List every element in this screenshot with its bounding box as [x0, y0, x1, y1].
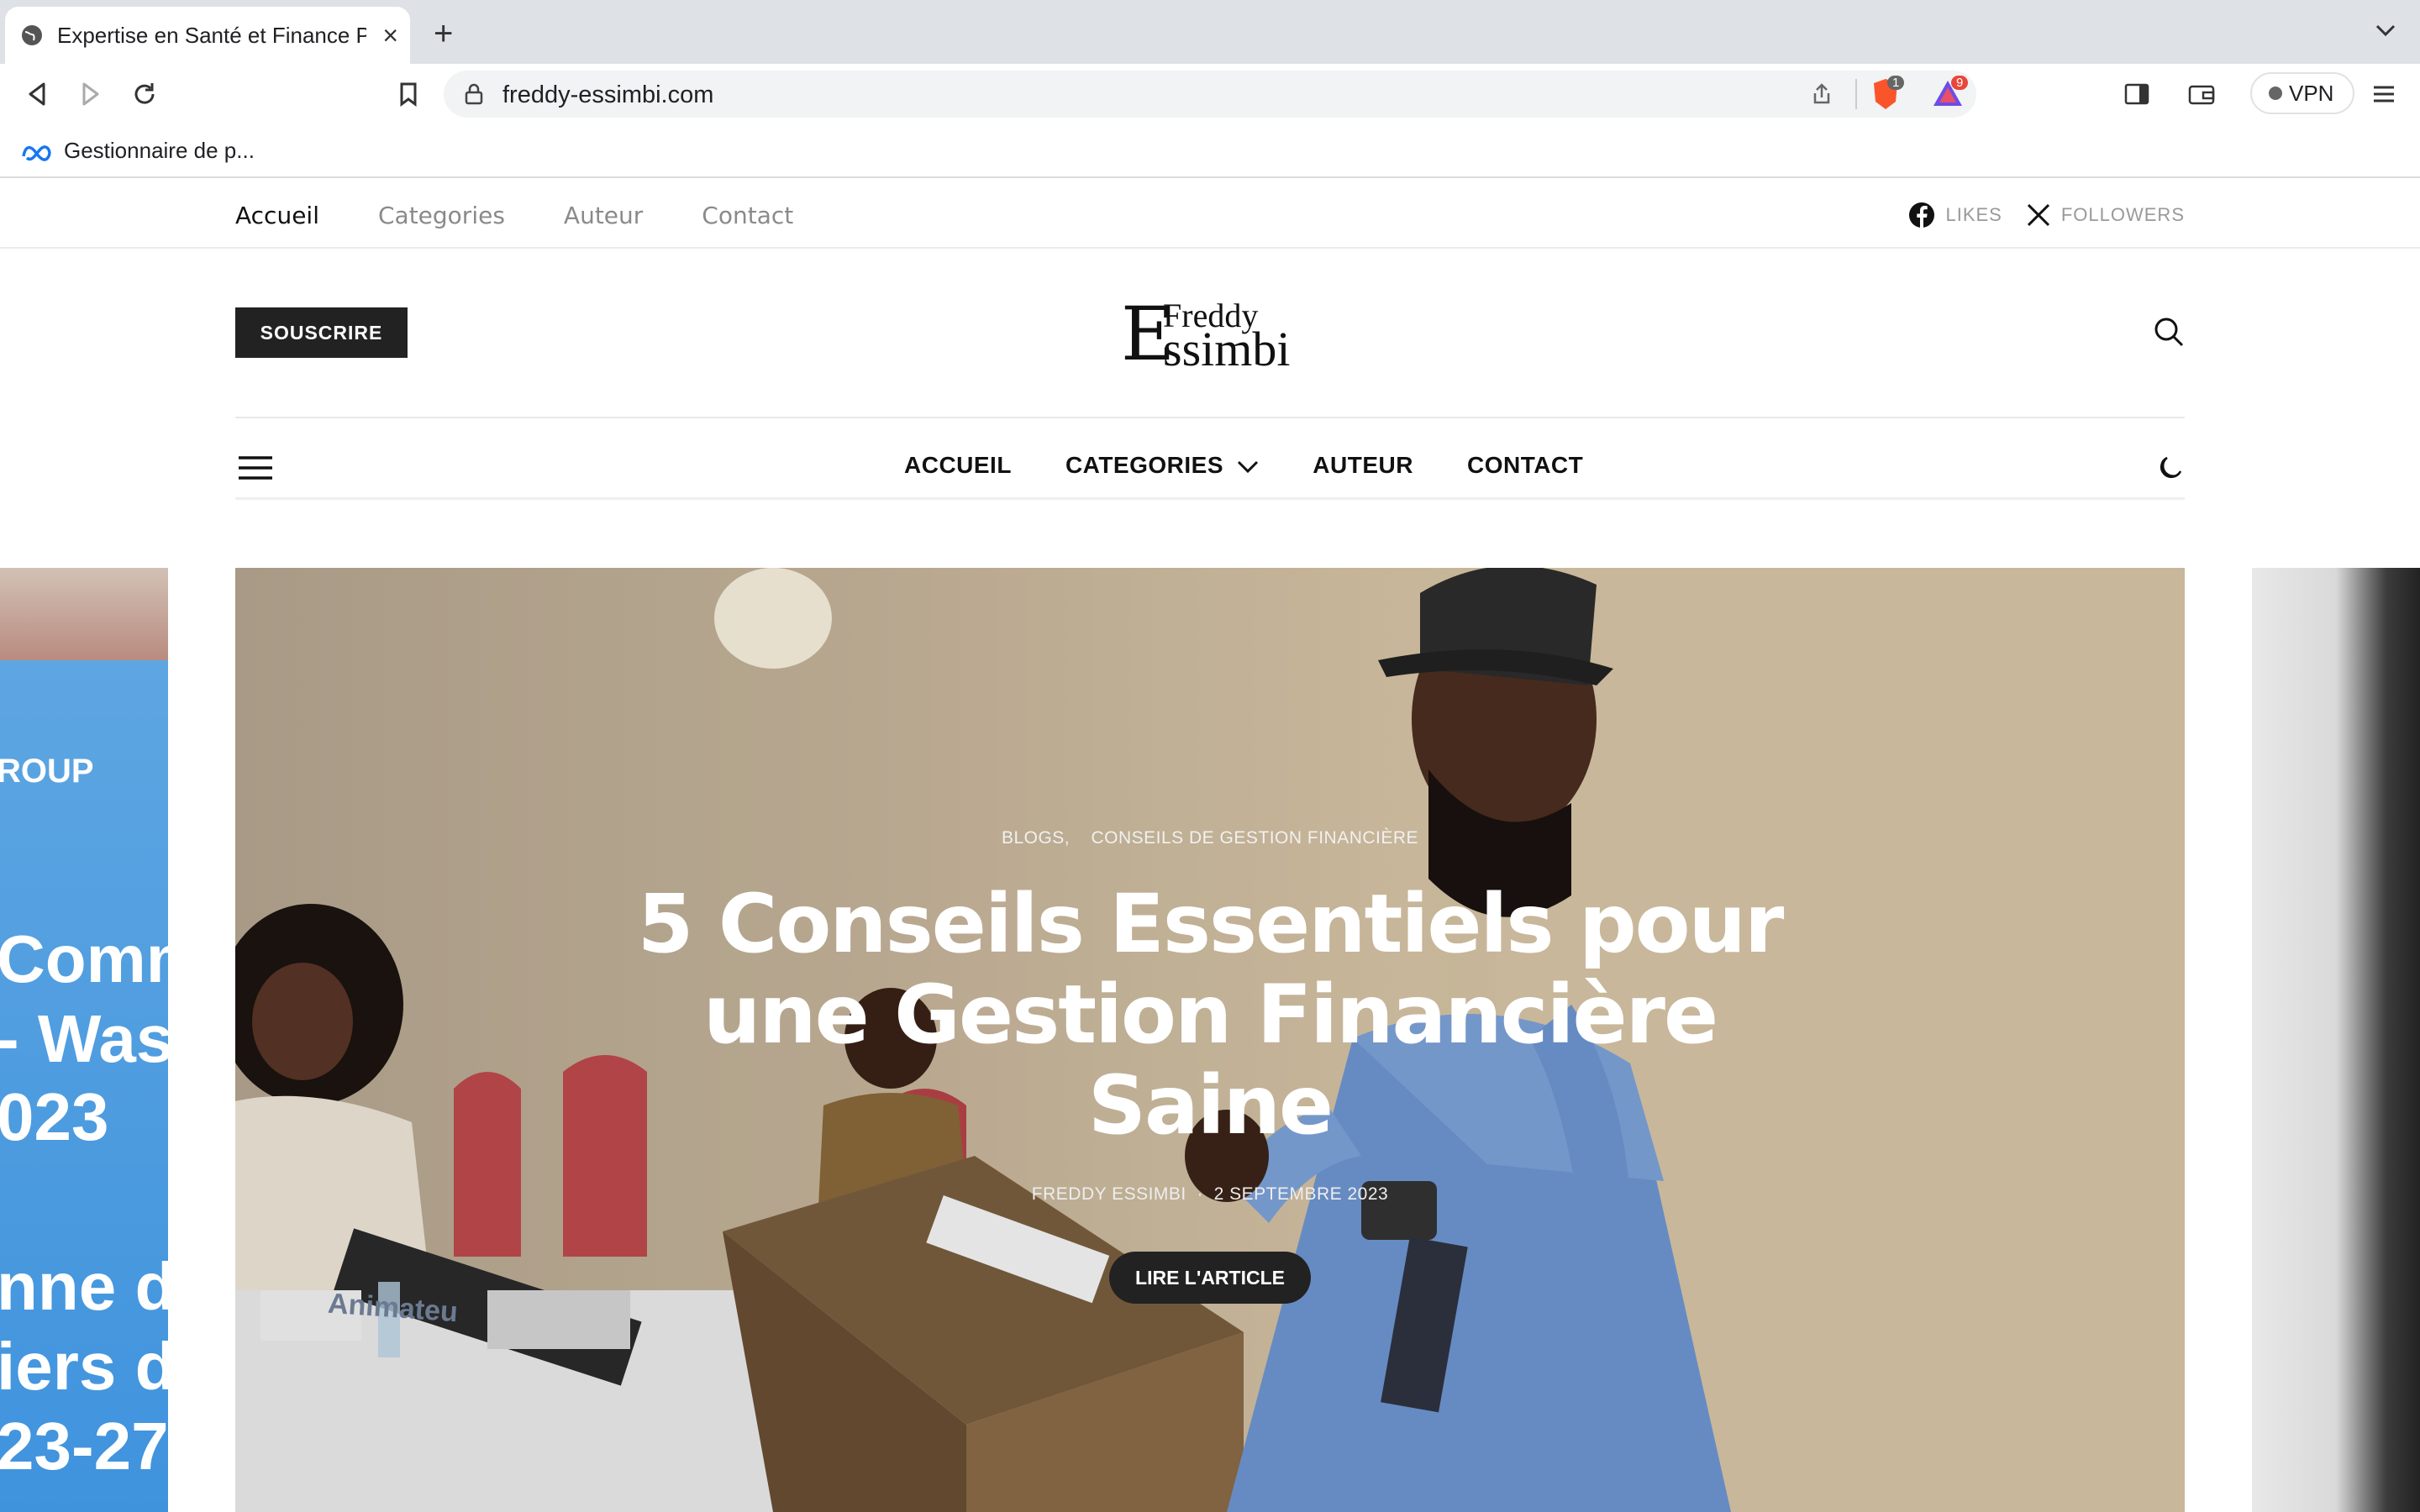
subscribe-button[interactable]: SOUSCRIRE [235, 307, 408, 358]
slide-text: ROUP [0, 753, 94, 790]
chevron-down-icon[interactable] [2375, 22, 2396, 39]
wallet-icon[interactable] [2188, 82, 2215, 106]
brave-shield-icon[interactable]: 1 [1870, 76, 1905, 115]
menu-categories-label: CATEGORIES [1065, 452, 1224, 478]
topnav-categories[interactable]: Categories [378, 202, 505, 229]
next-slide-image[interactable] [2252, 568, 2420, 1512]
topnav-contact[interactable]: Contact [702, 202, 793, 229]
divider [235, 417, 2185, 418]
likes-label[interactable]: LIKES [1945, 204, 2002, 226]
slide-text: nne d [0, 1249, 168, 1324]
sidebar-icon[interactable] [2124, 82, 2149, 106]
globe-icon [22, 25, 42, 45]
hero-slide[interactable]: BLOGS, CONSEILS DE GESTION FINANCIÈRE 5 … [235, 568, 2185, 1512]
browser-toolbar: freddy-essimbi.com 1 9 VPN [0, 64, 2420, 124]
slide-banner-top [0, 568, 168, 660]
divider [235, 497, 2185, 500]
slide-text: Comm [0, 921, 168, 996]
address-bar[interactable]: freddy-essimbi.com 1 9 [444, 71, 1976, 118]
site-header: SOUSCRIRE E Freddy ssimbi ACCUEIL CATEGO… [0, 249, 2420, 501]
close-tab-icon[interactable]: × [382, 22, 398, 49]
menu-categories[interactable]: CATEGORIES [1065, 452, 1259, 479]
site-logo[interactable]: E Freddy ssimbi [1118, 297, 1311, 376]
post-title-line: une Gestion Financière [702, 968, 1718, 1062]
post-title-line: 5 Conseils Essentiels pour [637, 877, 1785, 971]
menu-accueil[interactable]: ACCUEIL [904, 452, 1012, 479]
post-author[interactable]: FREDDY ESSIMBI [1032, 1184, 1186, 1204]
logo-bottom: ssimbi [1163, 322, 1291, 376]
topnav-auteur[interactable]: Auteur [564, 202, 643, 229]
top-nav: Accueil Categories Auteur Contact [235, 202, 793, 229]
post-date: 2 SEPTEMBRE 2023 [1213, 1184, 1389, 1204]
forward-icon[interactable] [76, 79, 106, 109]
brave-badge: 1 [1887, 76, 1905, 90]
hamburger-icon[interactable] [239, 455, 272, 480]
post-categories: BLOGS, CONSEILS DE GESTION FINANCIÈRE [235, 828, 2185, 848]
new-tab-icon[interactable]: + [434, 17, 453, 50]
chevron-down-icon [1238, 460, 1259, 473]
search-icon[interactable] [2153, 316, 2185, 348]
url-text: freddy-essimbi.com [502, 81, 714, 108]
slide-text: 023 [0, 1079, 109, 1154]
followers-label[interactable]: FOLLOWERS [2061, 204, 2185, 226]
post-meta: FREDDY ESSIMBI · 2 SEPTEMBRE 2023 [235, 1184, 2185, 1205]
vpn-label: VPN [2289, 80, 2334, 106]
alert-badge: 9 [1951, 76, 1969, 90]
vpn-button[interactable]: VPN [2250, 72, 2354, 114]
reload-icon[interactable] [129, 79, 160, 109]
dark-mode-icon[interactable] [2158, 455, 2183, 480]
browser-tab[interactable]: Expertise en Santé et Finance P × [5, 7, 410, 64]
x-icon[interactable] [2026, 202, 2051, 228]
slide-text: iers d [0, 1329, 168, 1404]
meta-separator: · [1192, 1184, 1209, 1204]
read-article-button[interactable]: LIRE L'ARTICLE [1109, 1252, 1311, 1304]
lock-icon [465, 83, 483, 105]
meta-icon [22, 145, 51, 161]
site-topbar: Accueil Categories Auteur Contact LIKES … [0, 178, 2420, 249]
category-link[interactable]: BLOGS, [1002, 828, 1070, 848]
topnav-accueil[interactable]: Accueil [235, 202, 319, 229]
bookmarks-bar: Gestionnaire de p... [0, 124, 2420, 178]
slide-text: 23-27 [0, 1409, 168, 1483]
menu-contact[interactable]: CONTACT [1467, 452, 1583, 479]
post-title[interactable]: 5 Conseils Essentiels pour une Gestion F… [235, 879, 2185, 1151]
menu-icon[interactable] [2371, 82, 2396, 106]
vpn-status-icon [2269, 87, 2282, 100]
divider [1855, 79, 1857, 109]
post-title-line: Saine [1087, 1058, 1334, 1152]
tab-title: Expertise en Santé et Finance P [57, 22, 366, 48]
facebook-icon[interactable] [1908, 202, 1935, 228]
share-icon[interactable] [1812, 82, 1832, 106]
bookmark-label: Gestionnaire de p... [64, 138, 255, 163]
social-links: LIKES FOLLOWERS [1908, 202, 2185, 228]
main-nav: ACCUEIL CATEGORIES AUTEUR CONTACT [0, 437, 2420, 496]
back-icon[interactable] [22, 79, 52, 109]
browser-tab-strip: Expertise en Santé et Finance P × + [0, 0, 2420, 64]
prev-slide-image[interactable]: ROUP Comm - Was 023 nne d iers d 23-27 [0, 568, 168, 1512]
category-link[interactable]: CONSEILS DE GESTION FINANCIÈRE [1091, 828, 1418, 848]
slide-text: - Was [0, 1001, 168, 1076]
menu-auteur[interactable]: AUTEUR [1313, 452, 1413, 479]
bookmark-icon[interactable] [393, 79, 424, 109]
brave-rewards-icon[interactable]: 9 [1931, 76, 1969, 113]
main-menu: ACCUEIL CATEGORIES AUTEUR CONTACT [904, 452, 1583, 479]
